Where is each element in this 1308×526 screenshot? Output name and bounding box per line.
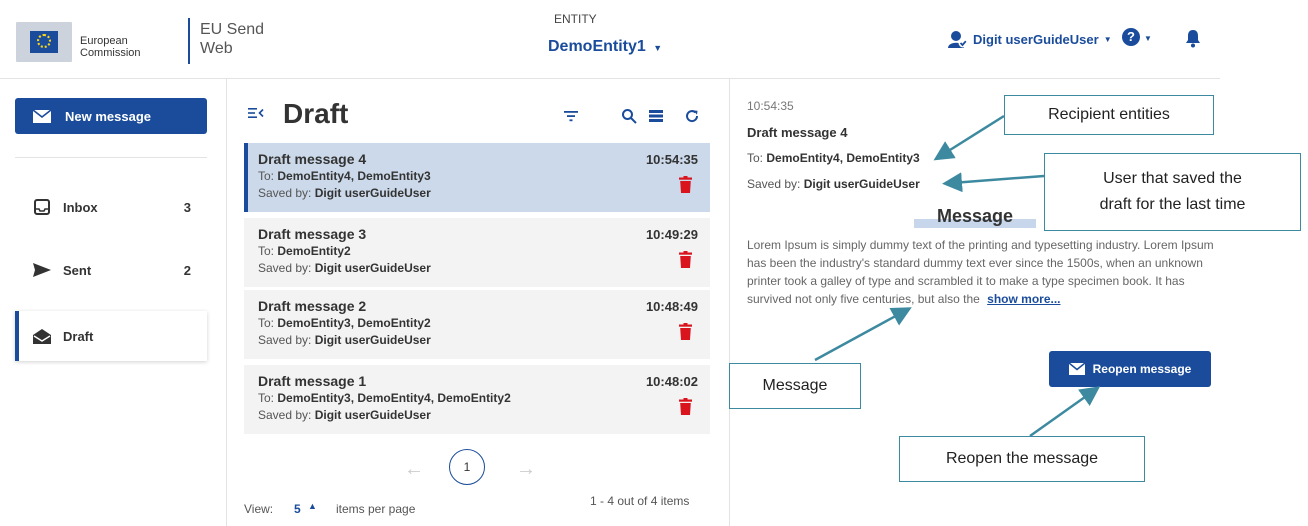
arrow-user-saved [942,172,1045,193]
arrow-recipient [933,114,1005,161]
annotation-arrows [814,114,1101,438]
arrow-message [814,307,912,362]
arrow-reopen [1029,386,1101,438]
